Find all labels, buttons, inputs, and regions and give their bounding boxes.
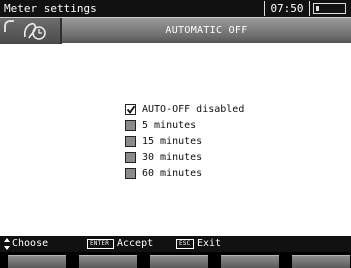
softkey-1[interactable] <box>8 255 66 268</box>
checkbox[interactable] <box>125 168 136 179</box>
header-tab: AUTOMATIC OFF <box>0 17 351 44</box>
option-label: 30 minutes <box>142 152 203 163</box>
option-label: 60 minutes <box>142 168 203 179</box>
option-label: AUTO-OFF disabled <box>142 104 245 115</box>
header-icon-area <box>0 18 62 44</box>
checkbox[interactable] <box>125 152 136 163</box>
checkbox[interactable] <box>125 136 136 147</box>
choose-hint: Choose <box>12 238 49 249</box>
window-title: Meter settings <box>4 2 97 15</box>
option-label: 5 minutes <box>142 120 197 131</box>
checkbox-checked[interactable] <box>125 104 136 115</box>
up-down-arrow-icon <box>4 238 10 250</box>
tab-corner <box>4 20 14 32</box>
softkey-2[interactable] <box>79 255 137 268</box>
option-label: 15 minutes <box>142 136 203 147</box>
softkey-3[interactable] <box>150 255 208 268</box>
checkbox[interactable] <box>125 120 136 131</box>
enter-key-icon: ENTER <box>87 239 114 249</box>
softkey-row <box>0 252 351 268</box>
esc-key-icon: ESC <box>176 239 194 249</box>
softkey-5[interactable] <box>292 255 350 268</box>
check-icon <box>126 105 136 114</box>
clock: 07:50 <box>264 1 310 16</box>
battery-icon <box>313 3 346 14</box>
header-title: AUTOMATIC OFF <box>165 25 248 36</box>
screen-header: AUTOMATIC OFF <box>0 17 351 44</box>
softkey-4[interactable] <box>221 255 279 268</box>
accept-hint: Accept <box>117 238 154 249</box>
exit-hint: Exit <box>197 238 222 249</box>
meter-clock-icon <box>23 22 46 40</box>
status-bar: Meter settings 07:50 <box>0 0 351 17</box>
key-hints-bar: Choose ENTER Accept ESC Exit <box>0 236 351 252</box>
